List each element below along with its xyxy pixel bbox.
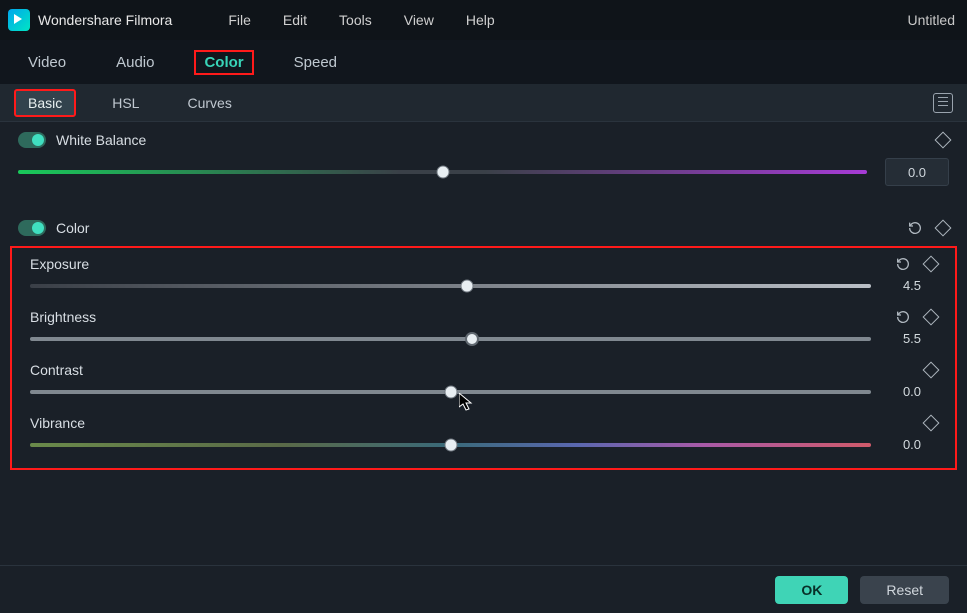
- document-title: Untitled: [908, 12, 959, 28]
- vibrance-keyframe-icon[interactable]: [923, 415, 940, 432]
- menu-tools[interactable]: Tools: [323, 12, 388, 28]
- vibrance-header: Vibrance: [12, 407, 955, 435]
- color-section-label: Color: [56, 220, 907, 236]
- title-bar: Wondershare Filmora File Edit Tools View…: [0, 0, 967, 40]
- exposure-header: Exposure: [12, 248, 955, 276]
- white-balance-label: White Balance: [56, 132, 937, 148]
- vibrance-value[interactable]: 0.0: [887, 437, 937, 452]
- tab-speed[interactable]: Speed: [284, 50, 347, 75]
- color-keyframe-icon[interactable]: [935, 220, 952, 237]
- sub-tab-bar: Basic HSL Curves: [0, 84, 967, 122]
- color-properties-group: Exposure 4.5 Brightness 5.5: [10, 246, 957, 470]
- tab-color[interactable]: Color: [194, 50, 253, 75]
- vibrance-row: 0.0: [12, 435, 955, 460]
- reset-button[interactable]: Reset: [860, 576, 949, 604]
- brightness-reset-icon[interactable]: [895, 309, 911, 325]
- white-balance-slider-row: 0.0: [0, 154, 967, 204]
- footer: OK Reset: [0, 565, 967, 613]
- menu-help[interactable]: Help: [450, 12, 511, 28]
- white-balance-header: White Balance: [0, 122, 967, 154]
- exposure-keyframe-icon[interactable]: [923, 256, 940, 273]
- vibrance-slider[interactable]: [30, 443, 871, 447]
- save-preset-icon[interactable]: [933, 93, 953, 113]
- exposure-slider[interactable]: [30, 284, 871, 288]
- ok-button[interactable]: OK: [775, 576, 848, 604]
- brightness-slider[interactable]: [30, 337, 871, 341]
- app-logo-icon: [8, 9, 30, 31]
- tab-audio[interactable]: Audio: [106, 50, 164, 75]
- brightness-label: Brightness: [30, 309, 895, 325]
- contrast-thumb[interactable]: [444, 385, 457, 398]
- menu-edit[interactable]: Edit: [267, 12, 323, 28]
- exposure-value[interactable]: 4.5: [887, 278, 937, 293]
- color-toggle[interactable]: [18, 220, 46, 236]
- subtab-basic[interactable]: Basic: [14, 89, 76, 117]
- exposure-thumb[interactable]: [461, 279, 474, 292]
- menu-file[interactable]: File: [212, 12, 267, 28]
- brightness-header: Brightness: [12, 301, 955, 329]
- white-balance-value[interactable]: 0.0: [885, 158, 949, 186]
- color-panel: White Balance 0.0 Color Exposure: [0, 122, 967, 565]
- contrast-label: Contrast: [30, 362, 925, 378]
- menu-view[interactable]: View: [388, 12, 450, 28]
- exposure-label: Exposure: [30, 256, 895, 272]
- subtab-curves[interactable]: Curves: [175, 91, 243, 115]
- brightness-thumb[interactable]: [465, 332, 479, 346]
- brightness-keyframe-icon[interactable]: [923, 309, 940, 326]
- exposure-reset-icon[interactable]: [895, 256, 911, 272]
- contrast-row: 0.0: [12, 382, 955, 407]
- contrast-slider[interactable]: [30, 390, 871, 394]
- app-name: Wondershare Filmora: [38, 12, 172, 28]
- brightness-row: 5.5: [12, 329, 955, 354]
- main-tab-bar: Video Audio Color Speed: [0, 40, 967, 84]
- vibrance-thumb[interactable]: [444, 438, 457, 451]
- brightness-value[interactable]: 5.5: [887, 331, 937, 346]
- white-balance-keyframe-icon[interactable]: [935, 132, 952, 149]
- subtab-hsl[interactable]: HSL: [100, 91, 151, 115]
- exposure-row: 4.5: [12, 276, 955, 301]
- white-balance-slider[interactable]: [18, 170, 867, 174]
- white-balance-thumb[interactable]: [436, 166, 449, 179]
- contrast-value[interactable]: 0.0: [887, 384, 937, 399]
- tab-video[interactable]: Video: [18, 50, 76, 75]
- color-section-header: Color: [0, 204, 967, 242]
- white-balance-toggle[interactable]: [18, 132, 46, 148]
- vibrance-label: Vibrance: [30, 415, 925, 431]
- contrast-header: Contrast: [12, 354, 955, 382]
- contrast-keyframe-icon[interactable]: [923, 362, 940, 379]
- color-reset-icon[interactable]: [907, 220, 923, 236]
